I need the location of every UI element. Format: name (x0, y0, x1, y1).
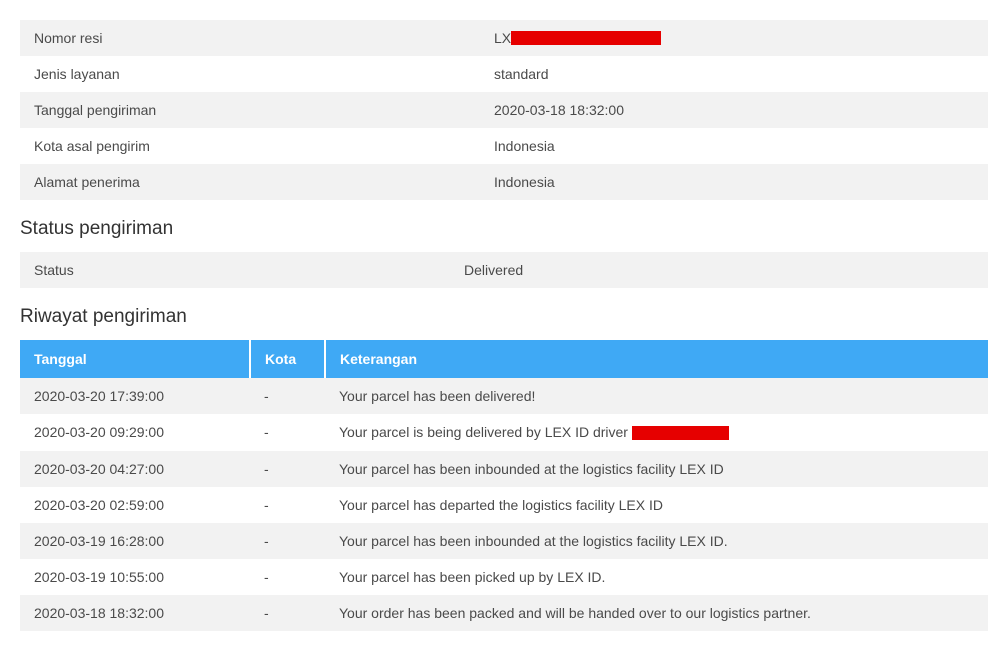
history-desc: Your parcel has been inbounded at the lo… (325, 451, 988, 487)
history-city: - (250, 451, 325, 487)
info-value: 2020-03-18 18:32:00 (480, 92, 988, 128)
history-row: 2020-03-20 09:29:00-Your parcel is being… (20, 414, 988, 450)
info-row: Kota asal pengirimIndonesia (20, 128, 988, 164)
history-row: 2020-03-18 18:32:00-Your order has been … (20, 595, 988, 631)
history-heading: Riwayat pengiriman (20, 306, 988, 328)
history-row: 2020-03-20 17:39:00-Your parcel has been… (20, 378, 988, 414)
history-table: Tanggal Kota Keterangan 2020-03-20 17:39… (20, 340, 988, 630)
history-date: 2020-03-20 04:27:00 (20, 451, 250, 487)
info-value: Indonesia (480, 128, 988, 164)
history-city: - (250, 487, 325, 523)
history-date: 2020-03-18 18:32:00 (20, 595, 250, 631)
status-heading: Status pengiriman (20, 218, 988, 240)
history-col-date: Tanggal (20, 340, 250, 378)
status-row: Status Delivered (20, 252, 988, 288)
redaction-bar (511, 31, 661, 45)
history-city: - (250, 559, 325, 595)
history-desc: Your parcel is being delivered by LEX ID… (325, 414, 988, 450)
history-col-city: Kota (250, 340, 325, 378)
info-row: Tanggal pengiriman2020-03-18 18:32:00 (20, 92, 988, 128)
history-row: 2020-03-19 16:28:00-Your parcel has been… (20, 523, 988, 559)
info-value: LX (480, 20, 988, 56)
history-date: 2020-03-19 10:55:00 (20, 559, 250, 595)
info-label: Kota asal pengirim (20, 128, 480, 164)
history-date: 2020-03-20 09:29:00 (20, 414, 250, 450)
history-row: 2020-03-20 02:59:00-Your parcel has depa… (20, 487, 988, 523)
info-label: Tanggal pengiriman (20, 92, 480, 128)
info-label: Jenis layanan (20, 56, 480, 92)
status-value: Delivered (450, 252, 988, 288)
history-desc: Your parcel has been picked up by LEX ID… (325, 559, 988, 595)
history-date: 2020-03-19 16:28:00 (20, 523, 250, 559)
history-desc: Your parcel has been delivered! (325, 378, 988, 414)
history-city: - (250, 378, 325, 414)
info-value: Indonesia (480, 164, 988, 200)
shipment-info-table: Nomor resiLXJenis layananstandardTanggal… (20, 20, 988, 200)
redaction-bar (632, 426, 729, 440)
status-label: Status (20, 252, 450, 288)
info-row: Jenis layananstandard (20, 56, 988, 92)
info-row: Alamat penerimaIndonesia (20, 164, 988, 200)
history-desc: Your parcel has departed the logistics f… (325, 487, 988, 523)
info-label: Alamat penerima (20, 164, 480, 200)
history-city: - (250, 414, 325, 450)
history-city: - (250, 595, 325, 631)
history-date: 2020-03-20 17:39:00 (20, 378, 250, 414)
history-row: 2020-03-20 04:27:00-Your parcel has been… (20, 451, 988, 487)
info-value: standard (480, 56, 988, 92)
info-label: Nomor resi (20, 20, 480, 56)
info-row: Nomor resiLX (20, 20, 988, 56)
history-desc: Your parcel has been inbounded at the lo… (325, 523, 988, 559)
history-row: 2020-03-19 10:55:00-Your parcel has been… (20, 559, 988, 595)
history-desc: Your order has been packed and will be h… (325, 595, 988, 631)
history-date: 2020-03-20 02:59:00 (20, 487, 250, 523)
history-col-desc: Keterangan (325, 340, 988, 378)
history-city: - (250, 523, 325, 559)
status-table: Status Delivered (20, 252, 988, 288)
